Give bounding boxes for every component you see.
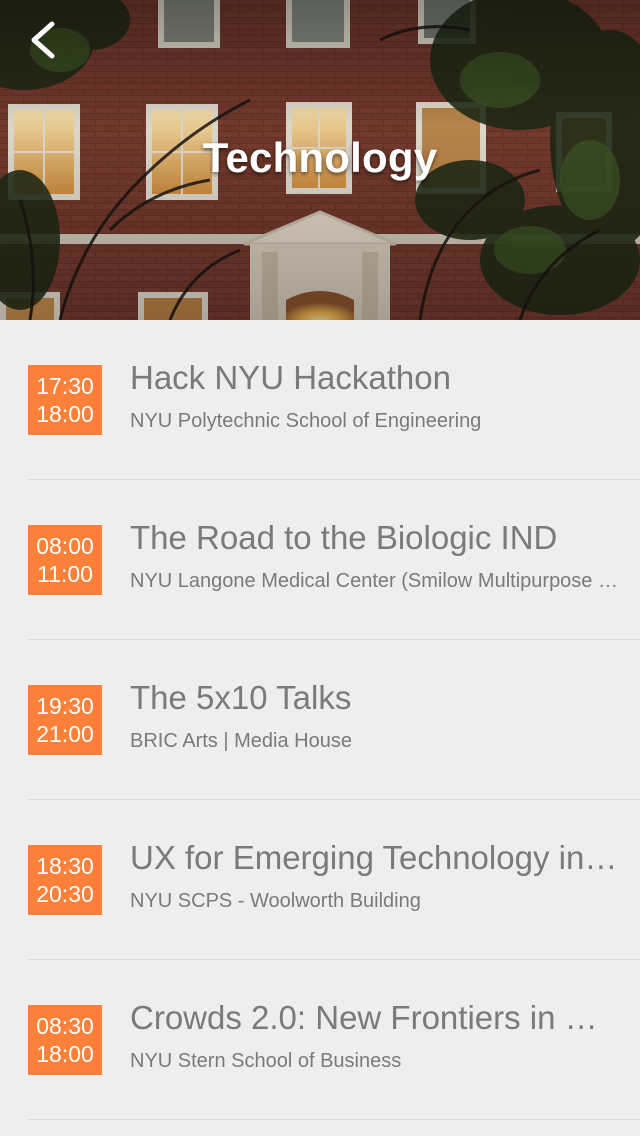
event-title: Hack NYU Hackathon (130, 359, 451, 396)
event-list-item[interactable]: 18:30 20:30 UX for Emerging Technology i… (0, 800, 640, 960)
start-time: 08:00 (36, 533, 94, 559)
end-time: 20:30 (36, 881, 94, 907)
event-list: 17:30 18:00 Hack NYU Hackathon NYU Polyt… (0, 320, 640, 1136)
event-title: Crowds 2.0: New Frontiers in Crowdsourci… (130, 999, 618, 1036)
start-time: 18:30 (36, 853, 94, 879)
back-button[interactable] (24, 18, 78, 72)
start-time: 19:30 (36, 693, 94, 719)
event-title: UX for Emerging Technology in Healthcare (130, 839, 618, 876)
row-divider (28, 1119, 640, 1120)
event-list-item[interactable]: 19:30 21:00 The 5x10 Talks BRIC Arts | M… (0, 640, 640, 800)
start-time: 17:30 (36, 373, 94, 399)
time-badge: 19:30 21:00 (28, 685, 102, 755)
time-badge: 17:30 18:00 (28, 365, 102, 435)
event-venue: NYU Langone Medical Center (Smilow Multi… (130, 570, 618, 592)
events-screen: Technology 17:30 18:00 Hack NYU Hackatho… (0, 0, 640, 1136)
time-badge: 18:30 20:30 (28, 845, 102, 915)
page-title: Technology (202, 134, 438, 181)
event-venue: NYU SCPS - Woolworth Building (130, 890, 421, 912)
start-time: 08:30 (36, 1013, 94, 1039)
event-list-item[interactable]: 17:30 18:00 Hack NYU Hackathon NYU Polyt… (0, 320, 640, 480)
time-badge: 08:30 18:00 (28, 1005, 102, 1075)
event-list-item[interactable]: 08:30 18:00 Crowds 2.0: New Frontiers in… (0, 960, 640, 1120)
end-time: 18:00 (36, 1041, 94, 1067)
end-time: 21:00 (36, 721, 94, 747)
event-venue: NYU Polytechnic School of Engineering (130, 410, 482, 432)
event-list-item[interactable]: 08:00 11:00 The Road to the Biologic IND… (0, 480, 640, 640)
event-venue: BRIC Arts | Media House (130, 730, 352, 752)
header-image: Technology (0, 0, 640, 320)
event-venue: NYU Stern School of Business (130, 1050, 402, 1072)
end-time: 18:00 (36, 401, 94, 427)
end-time: 11:00 (37, 561, 93, 587)
event-title: The 5x10 Talks (130, 679, 352, 716)
chevron-left-icon (31, 21, 55, 59)
time-badge: 08:00 11:00 (28, 525, 102, 595)
event-title: The Road to the Biologic IND (130, 519, 558, 556)
